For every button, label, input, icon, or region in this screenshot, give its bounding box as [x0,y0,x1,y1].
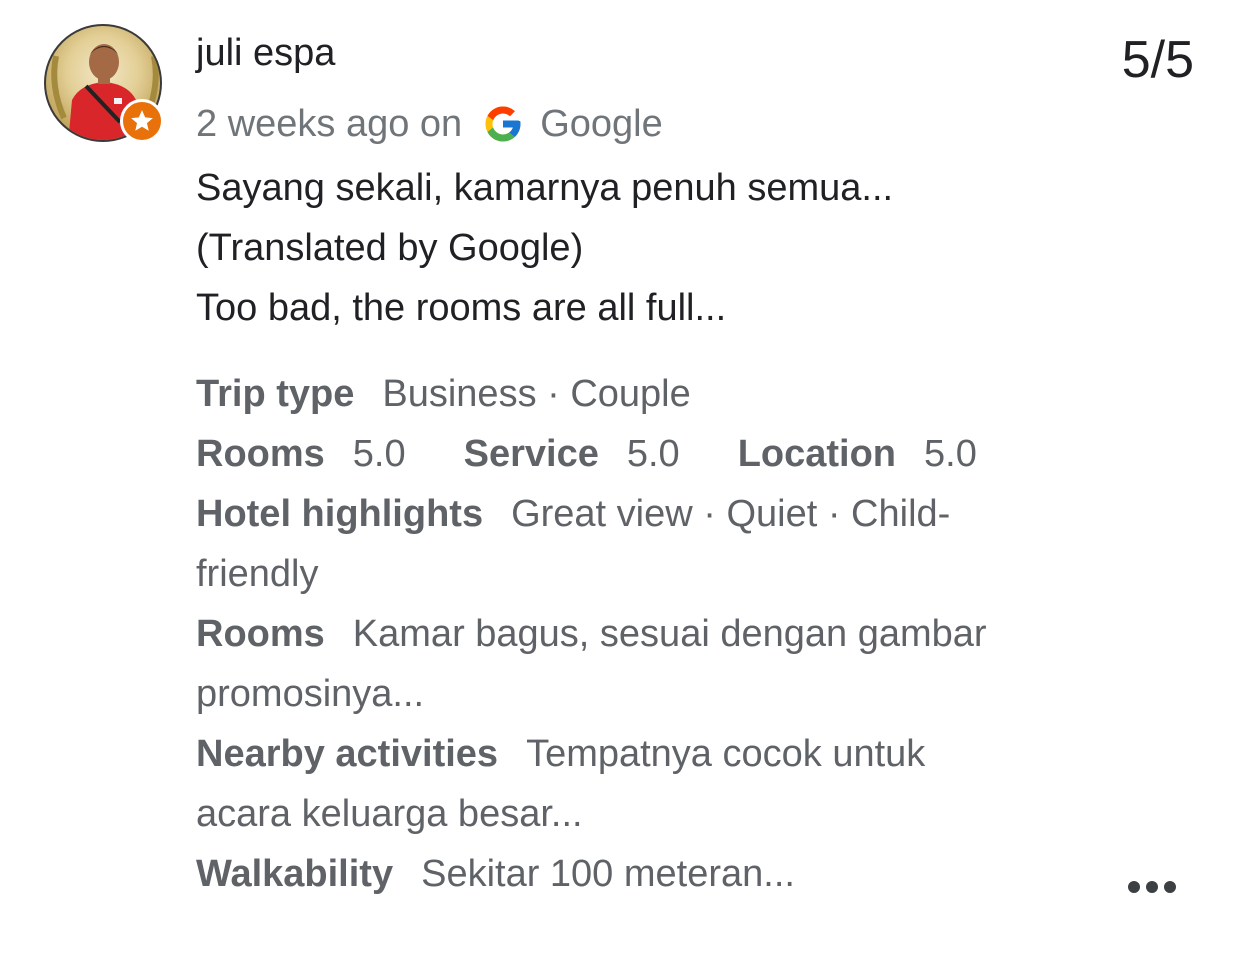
rooms-comment-value-cont: promosinya... [196,673,425,715]
nearby-activities-value: Tempatnya cocok untuk [526,733,926,775]
review-text-translated: Too bad, the rooms are all full... [196,287,727,329]
rooms-comment-value: Kamar bagus, sesuai dengan gambar [352,613,987,655]
walkability-label: Walkability [196,853,394,895]
rooms-comment-row-cont: promosinya... [196,664,1096,724]
hotel-highlights-row-cont: friendly [196,544,1096,604]
menu-dot [1146,881,1158,893]
more-options-icon[interactable] [1122,870,1182,904]
translated-by-google-label[interactable]: (Translated by Google) [196,218,1116,278]
hotel-highlights-label: Hotel highlights [196,493,484,535]
nearby-activities-value-cont: acara keluarga besar... [196,793,583,835]
hotel-highlights-row: Hotel highlights Great view · Quiet · Chi… [196,484,1096,544]
nearby-activities-label: Nearby activities [196,733,499,775]
rooms-comment-label: Rooms [196,613,325,655]
rooms-comment-row: Rooms Kamar bagus, sesuai dengan gambar [196,604,1096,664]
review-details: Trip type Business · Couple Rooms 5.0 Servi… [196,364,1096,904]
hotel-highlights-value: Great view · Quiet · Child- [511,493,951,535]
hotel-highlights-value-cont: friendly [196,553,319,595]
local-guide-star-icon [120,99,164,143]
rating-service-label: Service [463,433,599,475]
trip-type-row: Trip type Business · Couple [196,364,1096,424]
review-body: Sayang sekali, kamarnya penuh semua... (… [196,158,1116,338]
review-time: 2 weeks ago on [196,102,463,145]
menu-dot [1128,881,1140,893]
google-g-icon [482,103,524,145]
rating-rooms-label: Rooms [196,433,325,475]
rating-service-value: 5.0 [626,433,680,475]
reviewer-avatar[interactable] [44,24,166,146]
nearby-activities-row-cont: acara keluarga besar... [196,784,1096,844]
walkability-row: Walkability Sekitar 100 meteran... [196,844,1096,904]
rating-location-value: 5.0 [924,433,977,475]
menu-dot [1164,881,1176,893]
walkability-value: Sekitar 100 meteran... [421,853,795,895]
trip-type-label: Trip type [196,373,355,415]
nearby-activities-row: Nearby activities Tempatnya cocok untuk [196,724,1096,784]
reviewer-name[interactable]: juli espa [196,30,335,76]
review-source: Google [540,102,663,145]
trip-type-value: Business · Couple [382,373,691,415]
review-text-original: Sayang sekali, kamarnya penuh semua... [196,167,894,209]
rating-rooms-value: 5.0 [352,433,406,475]
review-counter: 5/5 [1121,31,1194,89]
review-meta: 2 weeks ago on Google [196,101,663,147]
rating-location-label: Location [737,433,897,475]
ratings-row: Rooms 5.0 Service 5.0 Location 5.0 [196,424,1096,484]
